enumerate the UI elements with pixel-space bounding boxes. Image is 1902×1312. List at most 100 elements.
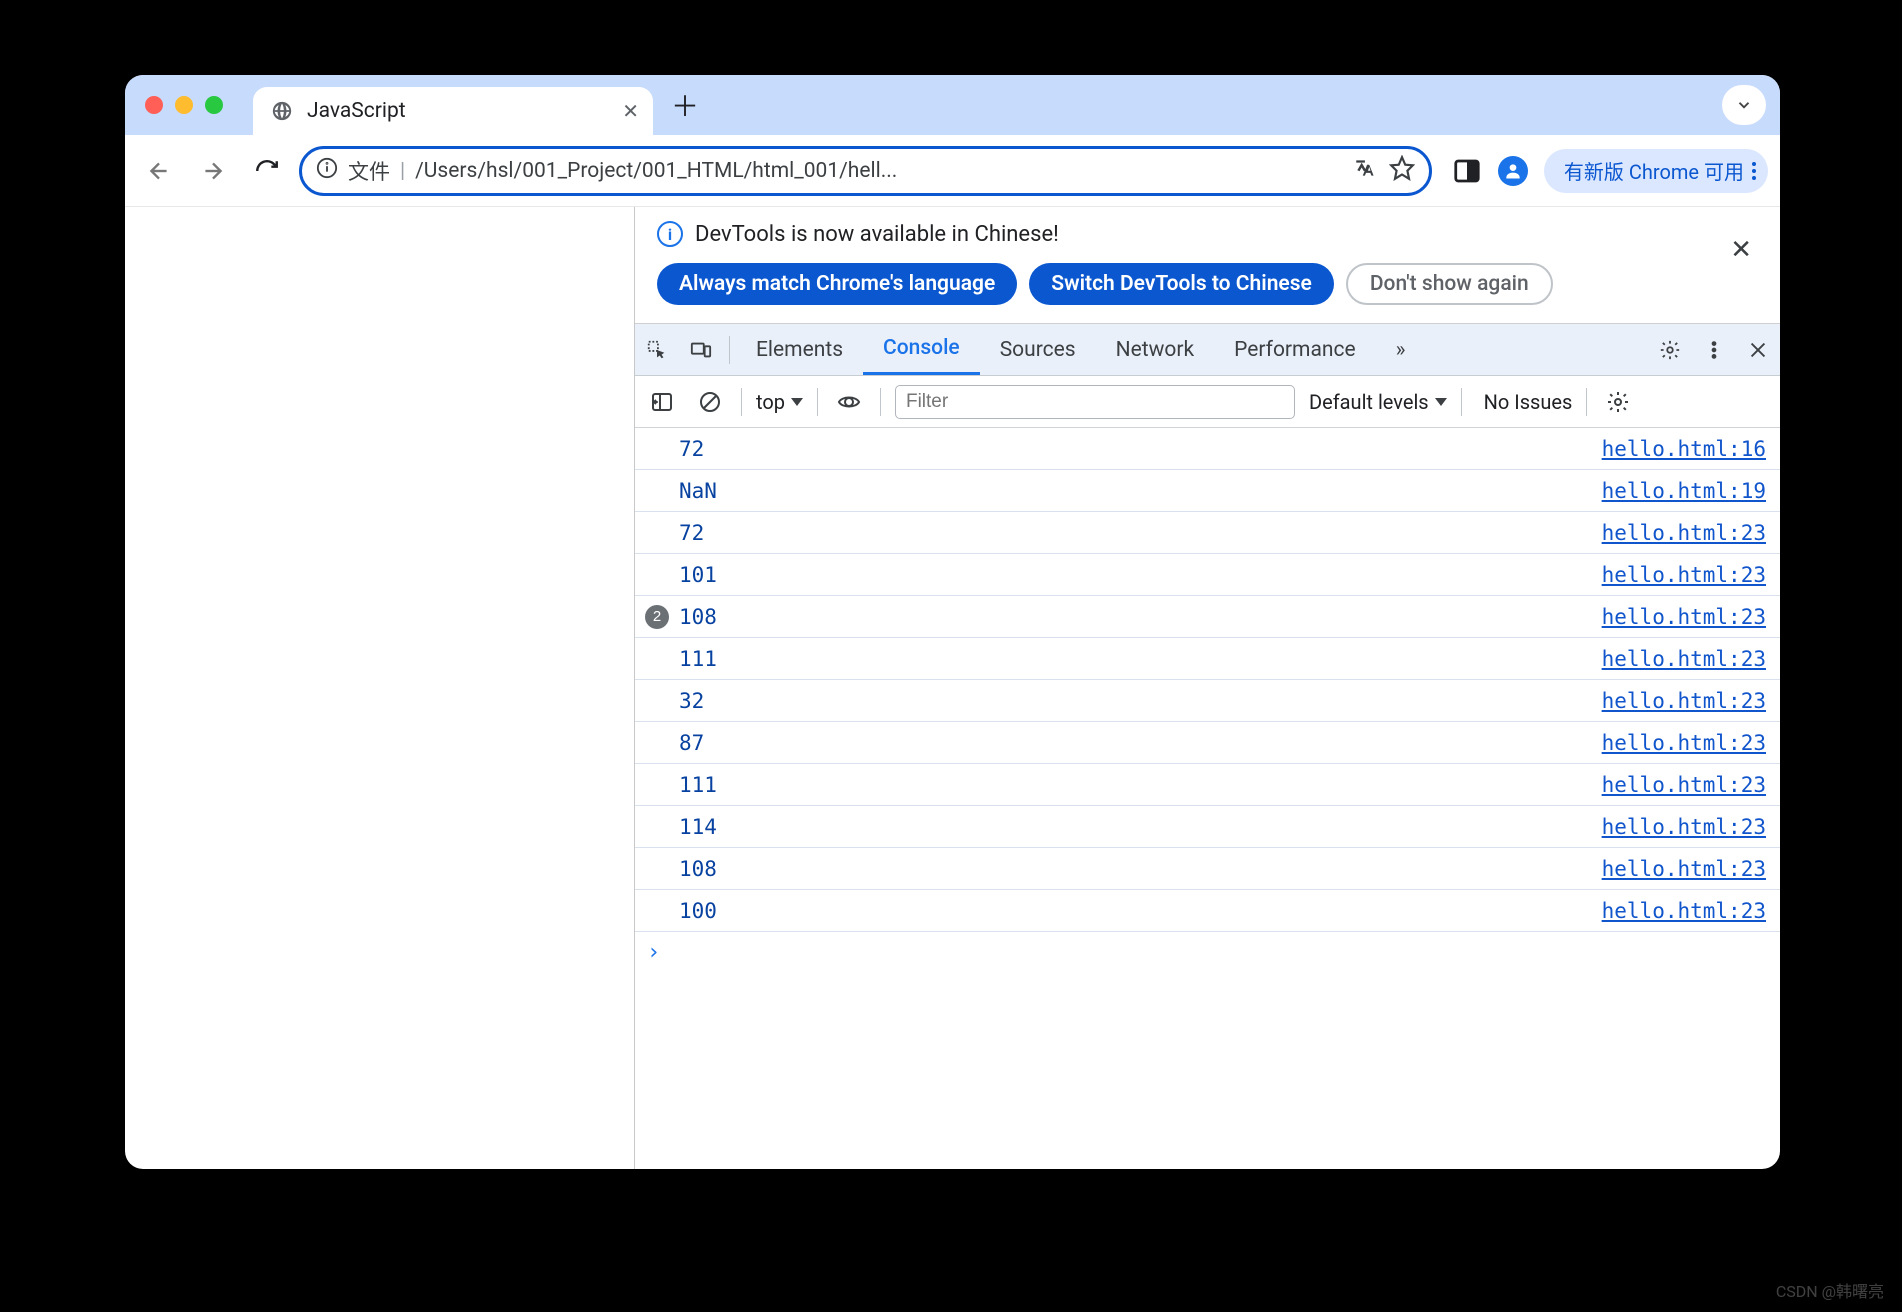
source-link[interactable]: hello.html:23 — [1602, 773, 1766, 797]
close-banner-icon[interactable]: ✕ — [1730, 235, 1752, 265]
live-expression-icon[interactable] — [832, 385, 866, 419]
console-row: 72 hello.html:16 — [635, 428, 1780, 470]
console-value: 100 — [679, 899, 717, 923]
source-link[interactable]: hello.html:23 — [1602, 899, 1766, 923]
browser-window: JavaScript ✕ ＋ 文件 | /Users/hsl/001_Proje… — [125, 75, 1780, 1169]
console-value: 101 — [679, 563, 717, 587]
fullscreen-window-icon[interactable] — [205, 96, 223, 114]
devtools-tab-console[interactable]: Console — [863, 324, 980, 375]
browser-tab[interactable]: JavaScript ✕ — [253, 87, 653, 135]
source-link[interactable]: hello.html:23 — [1602, 731, 1766, 755]
info-icon: i — [657, 221, 683, 247]
console-row: 100 hello.html:23 — [635, 890, 1780, 932]
console-row: 111 hello.html:23 — [635, 764, 1780, 806]
close-window-icon[interactable] — [145, 96, 163, 114]
devtools-panel: i DevTools is now available in Chinese! … — [635, 207, 1780, 1169]
reload-button[interactable] — [245, 149, 289, 193]
filter-input[interactable] — [895, 385, 1295, 419]
kebab-icon — [1752, 162, 1756, 180]
devtools-settings-icon[interactable] — [1648, 328, 1692, 372]
clear-console-icon[interactable] — [693, 385, 727, 419]
console-row: 108 hello.html:23 — [635, 848, 1780, 890]
issues-label[interactable]: No Issues — [1484, 390, 1573, 414]
console-value: NaN — [679, 479, 717, 503]
bookmark-icon[interactable] — [1389, 155, 1415, 187]
source-link[interactable]: hello.html:19 — [1602, 479, 1766, 503]
devtools-tab-sources[interactable]: Sources — [980, 324, 1096, 375]
url-path: /Users/hsl/001_Project/001_HTML/html_001… — [415, 159, 1343, 183]
source-link[interactable]: hello.html:23 — [1602, 521, 1766, 545]
devtools-tab-elements[interactable]: Elements — [736, 324, 863, 375]
forward-button[interactable] — [191, 149, 235, 193]
devtools-kebab-icon[interactable] — [1692, 328, 1736, 372]
file-scheme-label: 文件 — [348, 156, 390, 186]
source-link[interactable]: hello.html:16 — [1602, 437, 1766, 461]
console-value: 114 — [679, 815, 717, 839]
repeat-badge: 2 — [645, 605, 669, 629]
source-link[interactable]: hello.html:23 — [1602, 647, 1766, 671]
devtools-tab-network[interactable]: Network — [1096, 324, 1215, 375]
minimize-window-icon[interactable] — [175, 96, 193, 114]
devtools-tab-performance[interactable]: Performance — [1214, 324, 1375, 375]
context-label: top — [756, 390, 785, 414]
devtools-tab-bar: ElementsConsoleSourcesNetworkPerformance… — [635, 324, 1780, 376]
chevron-down-icon — [791, 398, 803, 406]
console-settings-icon[interactable] — [1601, 385, 1635, 419]
console-value: 32 — [679, 689, 704, 713]
watermark: CSDN @韩曙亮 — [1776, 1278, 1884, 1302]
console-output: 72 hello.html:16 NaN hello.html:19 72hello.h… — [635, 428, 1780, 1169]
tab-overflow-button[interactable] — [1722, 85, 1766, 125]
log-levels-selector[interactable]: Default levels — [1309, 390, 1447, 414]
side-panel-icon[interactable] — [1452, 156, 1482, 186]
tab-strip: JavaScript ✕ ＋ — [125, 75, 1780, 135]
console-row: 87 hello.html:23 — [635, 722, 1780, 764]
dont-show-button[interactable]: Don't show again — [1346, 263, 1553, 305]
console-row: 114 hello.html:23 — [635, 806, 1780, 848]
console-value: 108 — [679, 605, 717, 629]
profile-avatar[interactable] — [1498, 156, 1528, 186]
console-row: 101 hello.html:23 — [635, 554, 1780, 596]
console-filter-bar: top Default levels No Issues — [635, 376, 1780, 428]
translate-icon[interactable] — [1353, 155, 1379, 187]
new-tab-button[interactable]: ＋ — [667, 87, 703, 123]
inspect-icon[interactable] — [635, 328, 679, 372]
more-tabs-button[interactable]: » — [1376, 324, 1426, 375]
device-toolbar-icon[interactable] — [679, 328, 723, 372]
chevron-down-icon — [1435, 398, 1447, 406]
update-chip[interactable]: 有新版 Chrome 可用 — [1544, 149, 1768, 193]
console-row: 72hello.html:23 — [635, 512, 1780, 554]
globe-icon — [271, 100, 293, 122]
source-link[interactable]: hello.html:23 — [1602, 563, 1766, 587]
console-value: 111 — [679, 773, 717, 797]
back-button[interactable] — [137, 149, 181, 193]
tab-title: JavaScript — [307, 99, 406, 123]
source-link[interactable]: hello.html:23 — [1602, 689, 1766, 713]
devtools-close-icon[interactable] — [1736, 328, 1780, 372]
console-value: 87 — [679, 731, 704, 755]
console-prompt[interactable]: › — [635, 932, 1780, 972]
address-bar[interactable]: 文件 | /Users/hsl/001_Project/001_HTML/htm… — [299, 146, 1432, 196]
site-info-icon[interactable] — [316, 157, 338, 185]
window-controls — [145, 96, 223, 114]
always-match-button[interactable]: Always match Chrome's language — [657, 263, 1017, 305]
console-value: 72 — [679, 437, 704, 461]
filter-input-wrap — [895, 385, 1295, 419]
close-tab-icon[interactable]: ✕ — [622, 99, 639, 123]
console-row: 111 hello.html:23 — [635, 638, 1780, 680]
source-link[interactable]: hello.html:23 — [1602, 605, 1766, 629]
toolbar-right: 有新版 Chrome 可用 — [1452, 149, 1768, 193]
source-link[interactable]: hello.html:23 — [1602, 857, 1766, 881]
devtools-info-banner: i DevTools is now available in Chinese! … — [635, 207, 1780, 324]
context-selector[interactable]: top — [756, 390, 803, 414]
switch-language-button[interactable]: Switch DevTools to Chinese — [1029, 263, 1334, 305]
toolbar: 文件 | /Users/hsl/001_Project/001_HTML/htm… — [125, 135, 1780, 207]
console-sidebar-icon[interactable] — [645, 385, 679, 419]
console-row: 2 108 hello.html:23 — [635, 596, 1780, 638]
page-viewport — [125, 207, 635, 1169]
devtools-tabs: ElementsConsoleSourcesNetworkPerformance — [736, 324, 1376, 375]
source-link[interactable]: hello.html:23 — [1602, 815, 1766, 839]
console-row: NaN hello.html:19 — [635, 470, 1780, 512]
console-value: 111 — [679, 647, 717, 671]
console-value: 108 — [679, 857, 717, 881]
banner-message: DevTools is now available in Chinese! — [695, 222, 1059, 247]
